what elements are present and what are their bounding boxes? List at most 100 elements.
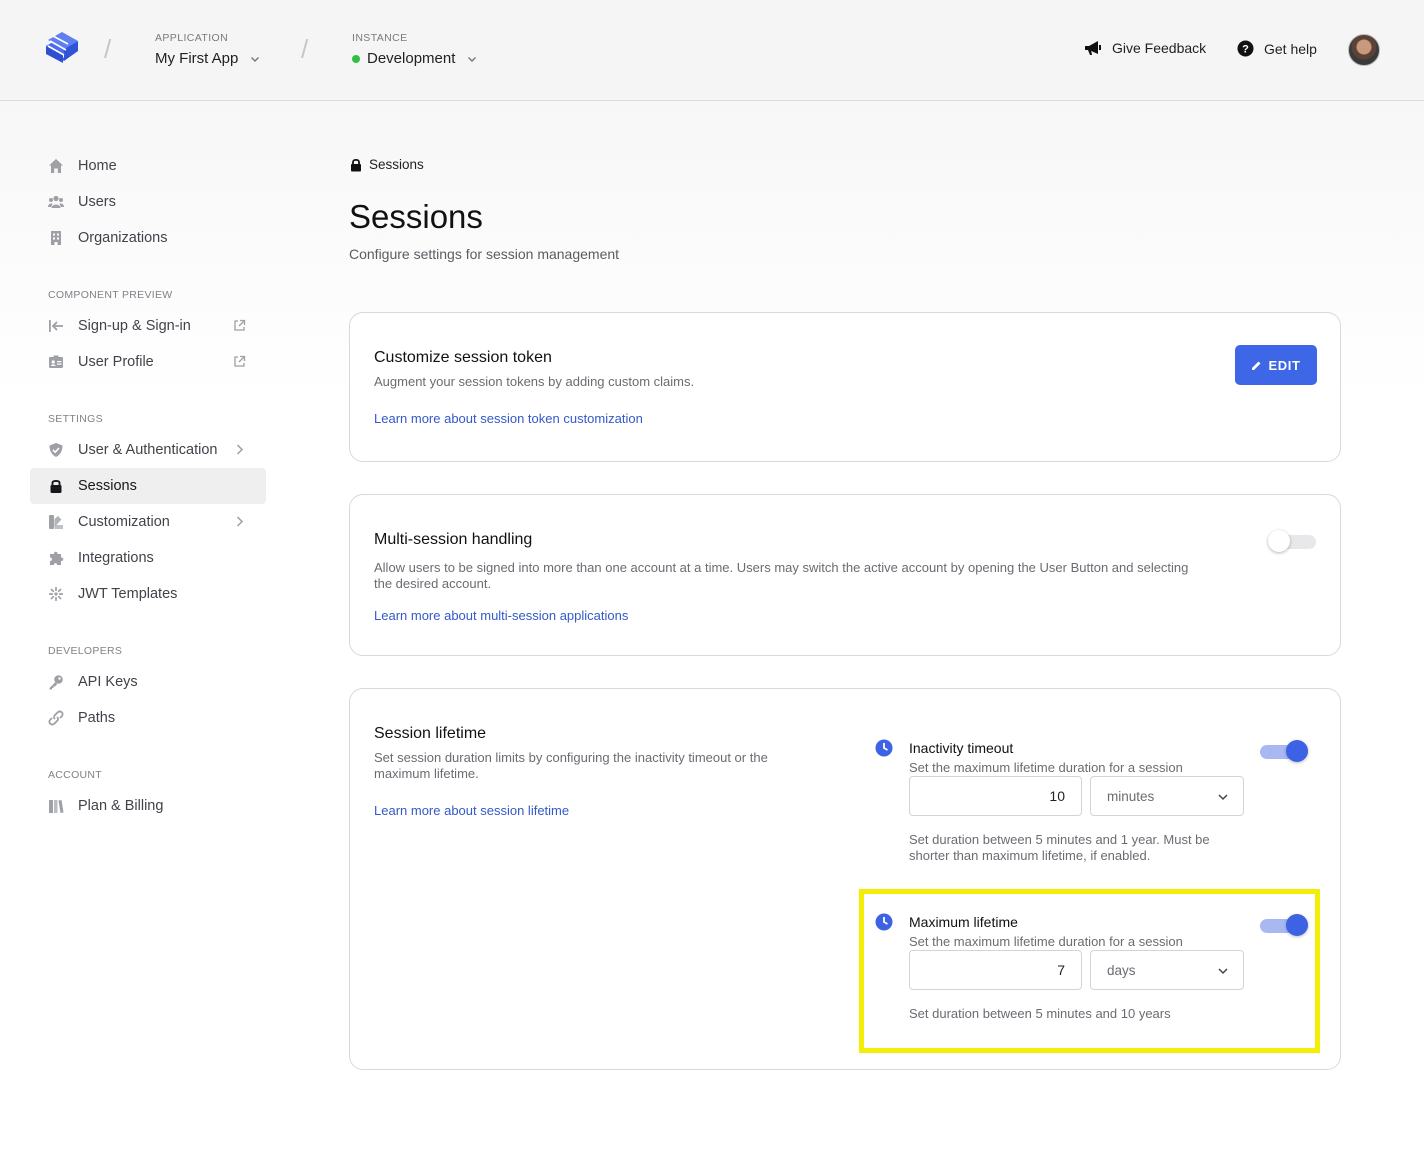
sidebar-item-organizations[interactable]: Organizations — [30, 220, 266, 256]
puzzle-icon — [50, 551, 64, 565]
card-description: Set session duration limits by configuri… — [374, 750, 768, 781]
sidebar-item-paths[interactable]: Paths — [30, 700, 266, 736]
inactivity-timeout-value-input[interactable] — [909, 776, 1082, 816]
sidebar-item-user-profile[interactable]: User Profile — [30, 344, 266, 380]
session-token-learn-more-link[interactable]: Learn more about session token customiza… — [374, 411, 643, 426]
user-avatar[interactable] — [1348, 34, 1380, 66]
external-link-icon — [234, 355, 246, 367]
clock-icon — [875, 913, 893, 931]
breadcrumb-separator: / — [104, 34, 112, 64]
sidebar-item-label: JWT Templates — [78, 586, 178, 602]
card-description: Allow users to be signed into more than … — [374, 560, 1189, 591]
key-icon — [49, 675, 63, 690]
shield-icon — [49, 443, 63, 457]
megaphone-icon — [1085, 41, 1101, 55]
billing-icon — [49, 800, 64, 813]
chevron-down-icon — [251, 56, 260, 62]
maximum-lifetime-help: Set duration between 5 minutes and 10 ye… — [909, 1006, 1171, 1021]
top-bar: / APPLICATION My First App / INSTANCE De… — [0, 0, 1424, 101]
inactivity-timeout-help: Set duration between 5 minutes and 1 yea… — [909, 832, 1210, 863]
instance-name: Development — [367, 50, 456, 67]
sidebar-item-users[interactable]: Users — [30, 184, 266, 220]
maximum-lifetime-description: Set the maximum lifetime duration for a … — [909, 934, 1183, 949]
sidebar-item-user-authentication[interactable]: User & Authentication — [30, 432, 266, 468]
link-icon — [48, 710, 64, 726]
get-help-label: Get help — [1264, 40, 1317, 57]
maximum-lifetime-value-input[interactable] — [909, 950, 1082, 990]
palette-icon — [49, 515, 63, 529]
sidebar-item-label: Home — [78, 158, 117, 174]
inactivity-timeout-title: Inactivity timeout — [909, 740, 1014, 756]
card-title: Multi-session handling — [374, 531, 533, 548]
select-value: days — [1107, 962, 1136, 978]
edit-button-label: EDIT — [1268, 357, 1301, 373]
chevron-down-icon — [1218, 968, 1228, 975]
sidebar-item-api-keys[interactable]: API Keys — [30, 664, 266, 700]
maximum-lifetime-setting: Maximum lifetime Set the maximum lifetim… — [875, 913, 1315, 1023]
edit-button[interactable]: EDIT — [1235, 345, 1317, 385]
sidebar-item-jwt-templates[interactable]: JWT Templates — [30, 576, 266, 612]
multi-session-toggle[interactable] — [1268, 529, 1316, 553]
lock-icon — [351, 158, 361, 171]
application-name: My First App — [155, 50, 239, 67]
maximum-lifetime-unit-select[interactable]: days — [1090, 950, 1244, 990]
select-value: minutes — [1107, 788, 1155, 804]
section-caption-developers: DEVELOPERS — [48, 645, 123, 657]
inactivity-timeout-description: Set the maximum lifetime duration for a … — [909, 760, 1183, 775]
session-token-card: Customize session token Augment your ses… — [349, 312, 1341, 462]
svg-text:?: ? — [1242, 44, 1249, 56]
breadcrumb-label: Sessions — [369, 157, 424, 172]
external-link-icon — [234, 319, 246, 331]
chevron-right-icon — [236, 516, 244, 527]
give-feedback-button[interactable]: Give Feedback — [1084, 40, 1206, 56]
get-help-button[interactable]: ? Get help — [1237, 40, 1317, 57]
sidebar-item-label: Sessions — [78, 478, 137, 494]
help-icon: ? — [1237, 40, 1254, 57]
sidebar-item-plan-billing[interactable]: Plan & Billing — [30, 788, 266, 824]
card-title: Session lifetime — [374, 725, 487, 742]
app-logo[interactable] — [44, 30, 82, 64]
home-icon — [49, 159, 63, 173]
section-caption-component-preview: COMPONENT PREVIEW — [48, 289, 173, 301]
page-title: Sessions — [349, 198, 483, 235]
maximum-lifetime-toggle[interactable] — [1260, 913, 1308, 937]
application-caption: APPLICATION — [155, 32, 229, 44]
session-lifetime-card: Session lifetime Set session duration li… — [349, 688, 1341, 1070]
breadcrumb-separator: / — [301, 34, 309, 64]
card-title: Customize session token — [374, 349, 552, 366]
sidebar-item-label: Customization — [78, 514, 170, 530]
sidebar-item-label: Integrations — [78, 550, 154, 566]
multi-session-card: Multi-session handling Allow users to be… — [349, 494, 1341, 656]
sidebar-item-label: User Profile — [78, 354, 154, 370]
maximum-lifetime-title: Maximum lifetime — [909, 914, 1018, 930]
sidebar-item-sign-up-sign-in[interactable]: Sign-up & Sign-in — [30, 308, 266, 344]
instance-switcher[interactable]: INSTANCE Development — [352, 32, 478, 67]
chevron-right-icon — [236, 444, 244, 455]
sidebar-item-label: API Keys — [78, 674, 138, 690]
session-lifetime-learn-more-link[interactable]: Learn more about session lifetime — [374, 803, 569, 818]
sidebar-item-label: Paths — [78, 710, 116, 726]
application-switcher[interactable]: APPLICATION My First App — [155, 32, 261, 67]
sidebar-item-home[interactable]: Home — [30, 148, 266, 184]
sidebar-item-customization[interactable]: Customization — [30, 504, 266, 540]
multi-session-learn-more-link[interactable]: Learn more about multi-session applicati… — [374, 608, 628, 623]
id-card-icon — [49, 355, 63, 368]
users-icon — [48, 195, 64, 208]
sidebar-item-label: User & Authentication — [78, 442, 218, 458]
sidebar-item-sessions[interactable]: Sessions — [30, 468, 266, 504]
instance-caption: INSTANCE — [352, 32, 408, 44]
building-icon — [51, 231, 61, 245]
inactivity-timeout-toggle[interactable] — [1260, 739, 1308, 763]
section-caption-account: ACCOUNT — [48, 769, 103, 781]
inactivity-timeout-unit-select[interactable]: minutes — [1090, 776, 1244, 816]
sidebar-item-integrations[interactable]: Integrations — [30, 540, 266, 576]
lock-icon — [50, 479, 62, 493]
toggle-knob — [1286, 914, 1308, 936]
sidebar-item-label: Organizations — [78, 230, 168, 246]
pencil-icon — [1252, 361, 1261, 370]
inactivity-timeout-setting: Inactivity timeout Set the maximum lifet… — [875, 739, 1315, 869]
chevron-down-icon — [1218, 794, 1228, 801]
jwt-icon — [49, 587, 63, 601]
chevron-down-icon — [468, 56, 477, 62]
page-subtitle: Configure settings for session managemen… — [349, 246, 620, 262]
